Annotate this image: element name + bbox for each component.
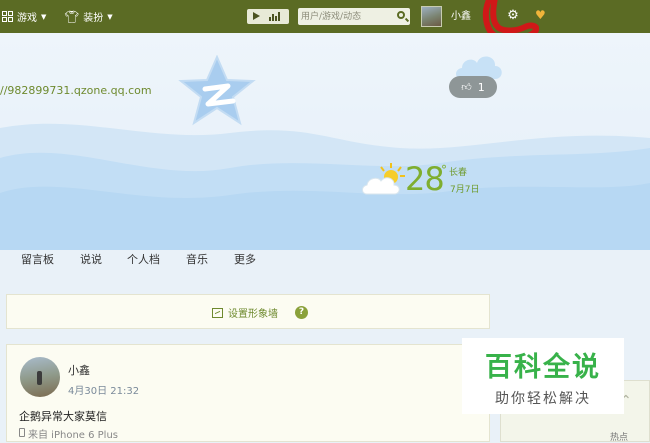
thumbs-up-icon: 👍︎ [461, 82, 472, 93]
heart-icon[interactable]: ♥ [535, 9, 546, 21]
like-button[interactable]: 👍︎ 1 [449, 76, 497, 98]
nav-more[interactable]: 更多 [234, 251, 256, 267]
set-image-wall-button[interactable]: 设置形象墙 ? [212, 295, 308, 330]
equalizer-icon[interactable] [269, 12, 283, 21]
temperature: 28 [405, 160, 445, 198]
username[interactable]: 小鑫 [451, 0, 471, 33]
weather-sun-cloud-icon [362, 163, 405, 195]
weather-city: 长春 [449, 168, 468, 178]
apps-grid-icon [2, 11, 13, 22]
nav-music[interactable]: 音乐 [186, 251, 208, 267]
chevron-down-icon: ▼ [107, 12, 113, 21]
qzone-star-logo [178, 55, 256, 126]
post-avatar[interactable] [20, 357, 60, 397]
top-bar: 游戏 ▼ 👕︎ 装扮 ▼ 小鑫 ⚙ ♥ [0, 0, 650, 44]
games-label: 游戏 [17, 13, 37, 24]
hot-topics-label[interactable]: 热点 [610, 430, 628, 443]
search-box [298, 8, 410, 25]
nav-shuoshuo[interactable]: 说说 [80, 251, 102, 267]
space-url[interactable]: //982899731.qzone.qq.com [0, 84, 152, 97]
watermark: 百科全说 助你轻松解决 [462, 338, 624, 414]
like-count: 1 [477, 80, 485, 94]
music-player[interactable] [247, 9, 289, 24]
search-icon[interactable] [397, 11, 405, 19]
post-text: 企鹅异常大家莫信 [19, 410, 107, 423]
post-time: 4月30日 21:32 [68, 386, 140, 397]
tshirt-icon: 👕︎ [64, 9, 80, 24]
post-source: 来自 iPhone 6 Plus [28, 430, 119, 441]
image-edit-icon [212, 307, 223, 318]
help-icon[interactable]: ? [295, 306, 308, 319]
games-menu[interactable]: 游戏 ▼ [2, 0, 46, 33]
watermark-title: 百科全说 [485, 352, 601, 383]
post-author[interactable]: 小鑫 [68, 362, 90, 378]
nav-guestbook[interactable]: 留言板 [21, 251, 54, 267]
nav-profile[interactable]: 个人档 [127, 251, 160, 267]
degree-sign: ° [441, 163, 447, 177]
search-input[interactable] [301, 8, 389, 25]
post-card: 小鑫 4月30日 21:32 企鹅异常大家莫信 来自 iPhone 6 Plus [6, 344, 490, 442]
dress-label: 装扮 [83, 13, 104, 24]
play-icon[interactable] [253, 12, 260, 20]
banner: //982899731.qzone.qq.com 👍︎ 1 28 ° 长春 7月… [0, 33, 650, 250]
image-wall-card: 设置形象墙 ? [6, 294, 490, 329]
set-image-wall-label: 设置形象墙 [228, 309, 278, 320]
dress-menu[interactable]: 👕︎ 装扮 ▼ [64, 0, 113, 33]
avatar[interactable] [421, 6, 442, 27]
wave-background [0, 123, 650, 250]
chevron-down-icon: ▼ [41, 12, 47, 21]
watermark-subtitle: 助你轻松解决 [495, 391, 591, 407]
weather-date: 7月7日 [450, 185, 480, 195]
phone-icon [19, 428, 25, 437]
